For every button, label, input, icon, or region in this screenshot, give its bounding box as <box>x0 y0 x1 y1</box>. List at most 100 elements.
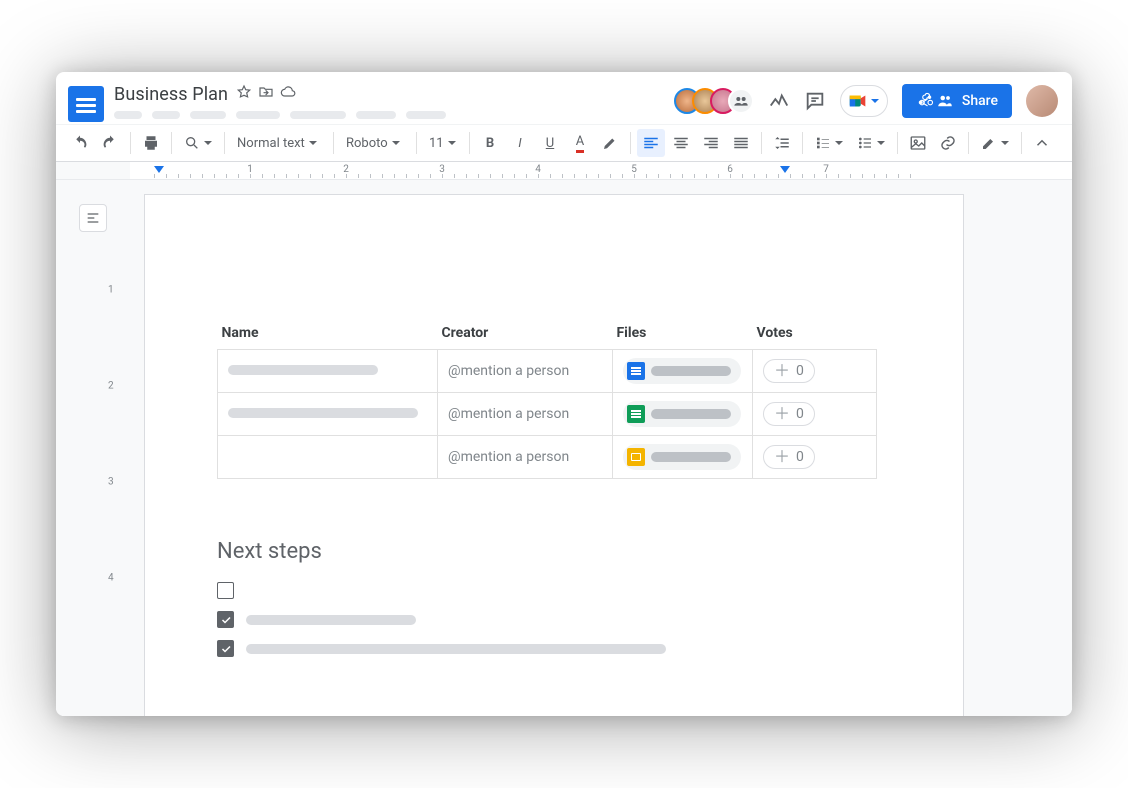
insert-image-button[interactable] <box>904 129 932 157</box>
file-chip-label <box>651 409 731 419</box>
document-page[interactable]: Name Creator Files Votes @mention a pers… <box>144 194 964 716</box>
vertical-ruler[interactable]: 1 2 3 4 <box>106 180 122 716</box>
document-title[interactable]: Business Plan <box>114 84 228 105</box>
plus-icon: ＋ <box>774 363 790 379</box>
bold-button[interactable]: B <box>476 129 504 157</box>
comment-history-icon[interactable] <box>804 90 826 112</box>
vruler-label: 3 <box>108 477 114 488</box>
checklist-item[interactable] <box>217 582 891 599</box>
vruler-label: 1 <box>108 285 114 296</box>
vote-count: 0 <box>796 363 804 379</box>
bulleted-list-button[interactable] <box>851 129 891 157</box>
paragraph-style-value: Normal text <box>237 136 305 151</box>
file-chip[interactable] <box>623 401 741 427</box>
file-chip[interactable] <box>623 358 741 384</box>
menu-item[interactable] <box>356 111 396 119</box>
checkbox[interactable] <box>217 582 234 599</box>
left-gutter: 1 2 3 4 <box>56 180 130 716</box>
vote-count: 0 <box>796 406 804 422</box>
placeholder-text <box>228 365 378 375</box>
caret-down-icon <box>871 99 879 103</box>
document-outline-button[interactable] <box>79 204 107 232</box>
menu-item[interactable] <box>114 111 142 119</box>
paragraph-style-dropdown[interactable]: Normal text <box>231 129 327 157</box>
checkbox[interactable] <box>217 640 234 657</box>
align-center-button[interactable] <box>667 129 695 157</box>
docs-logo-icon[interactable] <box>68 86 104 122</box>
checklist-button[interactable] <box>809 129 849 157</box>
redo-button[interactable] <box>96 129 124 157</box>
placeholder-text <box>246 644 666 654</box>
align-justify-button[interactable] <box>727 129 755 157</box>
font-size-dropdown[interactable]: 11 <box>423 129 463 157</box>
vruler-label: 4 <box>108 573 114 584</box>
mention-placeholder[interactable]: @mention a person <box>448 406 569 422</box>
star-icon[interactable] <box>236 84 252 104</box>
highlight-button[interactable] <box>596 129 624 157</box>
collaborator-avatars[interactable] <box>674 88 754 114</box>
font-family-dropdown[interactable]: Roboto <box>340 129 410 157</box>
table-row[interactable]: @mention a person ＋0 <box>218 436 877 479</box>
menu-item[interactable] <box>236 111 280 119</box>
move-icon[interactable] <box>258 84 274 104</box>
cloud-saved-icon[interactable] <box>280 84 296 104</box>
align-left-button[interactable] <box>637 129 665 157</box>
vote-chip[interactable]: ＋0 <box>763 359 815 383</box>
editing-mode-dropdown[interactable] <box>975 129 1015 157</box>
caret-down-icon <box>309 141 317 145</box>
section-heading-next-steps: Next steps <box>217 539 891 564</box>
mention-placeholder[interactable]: @mention a person <box>448 363 569 379</box>
anonymous-collaborator[interactable] <box>728 88 754 114</box>
menu-item[interactable] <box>190 111 226 119</box>
underline-button[interactable]: U <box>536 129 564 157</box>
caret-down-icon <box>448 141 456 145</box>
font-family-value: Roboto <box>346 136 388 151</box>
align-right-button[interactable] <box>697 129 725 157</box>
menu-item[interactable] <box>290 111 346 119</box>
undo-button[interactable] <box>66 129 94 157</box>
text-color-button[interactable]: A <box>566 129 594 157</box>
account-avatar[interactable] <box>1026 85 1058 117</box>
file-chip[interactable] <box>623 444 741 470</box>
table-row[interactable]: @mention a person ＋0 <box>218 393 877 436</box>
smart-table[interactable]: Name Creator Files Votes @mention a pers… <box>217 325 877 479</box>
activity-icon[interactable] <box>768 90 790 112</box>
line-spacing-button[interactable] <box>768 129 796 157</box>
checklist-item[interactable] <box>217 640 891 657</box>
insert-link-button[interactable] <box>934 129 962 157</box>
vote-chip[interactable]: ＋0 <box>763 402 815 426</box>
menu-bar <box>114 111 664 119</box>
zoom-dropdown[interactable] <box>178 129 218 157</box>
caret-down-icon <box>392 141 400 145</box>
vruler-label: 2 <box>108 381 114 392</box>
print-button[interactable] <box>137 129 165 157</box>
slides-file-icon <box>627 448 645 466</box>
title-column: Business Plan <box>114 84 664 119</box>
italic-button[interactable]: I <box>506 129 534 157</box>
checkbox[interactable] <box>217 611 234 628</box>
vote-chip[interactable]: ＋0 <box>763 445 815 469</box>
title-row: Business Plan <box>114 84 664 105</box>
col-header-votes: Votes <box>753 325 877 350</box>
placeholder-text <box>246 615 416 625</box>
formatting-toolbar: Normal text Roboto 11 B I U A <box>56 124 1072 162</box>
app-window: Business Plan <box>56 72 1072 716</box>
header-right: Share <box>674 84 1058 118</box>
indent-marker-left[interactable] <box>154 166 164 173</box>
collapse-toolbar-button[interactable] <box>1028 129 1056 157</box>
share-button[interactable]: Share <box>902 84 1012 118</box>
font-size-value: 11 <box>429 136 444 151</box>
table-row[interactable]: @mention a person＋0 <box>218 350 877 393</box>
mention-placeholder[interactable]: @mention a person <box>448 449 569 465</box>
docs-file-icon <box>627 362 645 380</box>
checklist-item[interactable] <box>217 611 891 628</box>
menu-item[interactable] <box>152 111 180 119</box>
meet-button[interactable] <box>840 85 888 117</box>
indent-marker-right[interactable] <box>780 166 790 173</box>
horizontal-ruler[interactable]: 1234567 <box>56 162 1072 180</box>
file-chip-label <box>651 366 731 376</box>
file-chip-label <box>651 452 731 462</box>
col-header-files: Files <box>613 325 753 350</box>
workspace: 1 2 3 4 Name Creator Files Votes @mention a… <box>56 180 1072 716</box>
menu-item[interactable] <box>406 111 446 119</box>
